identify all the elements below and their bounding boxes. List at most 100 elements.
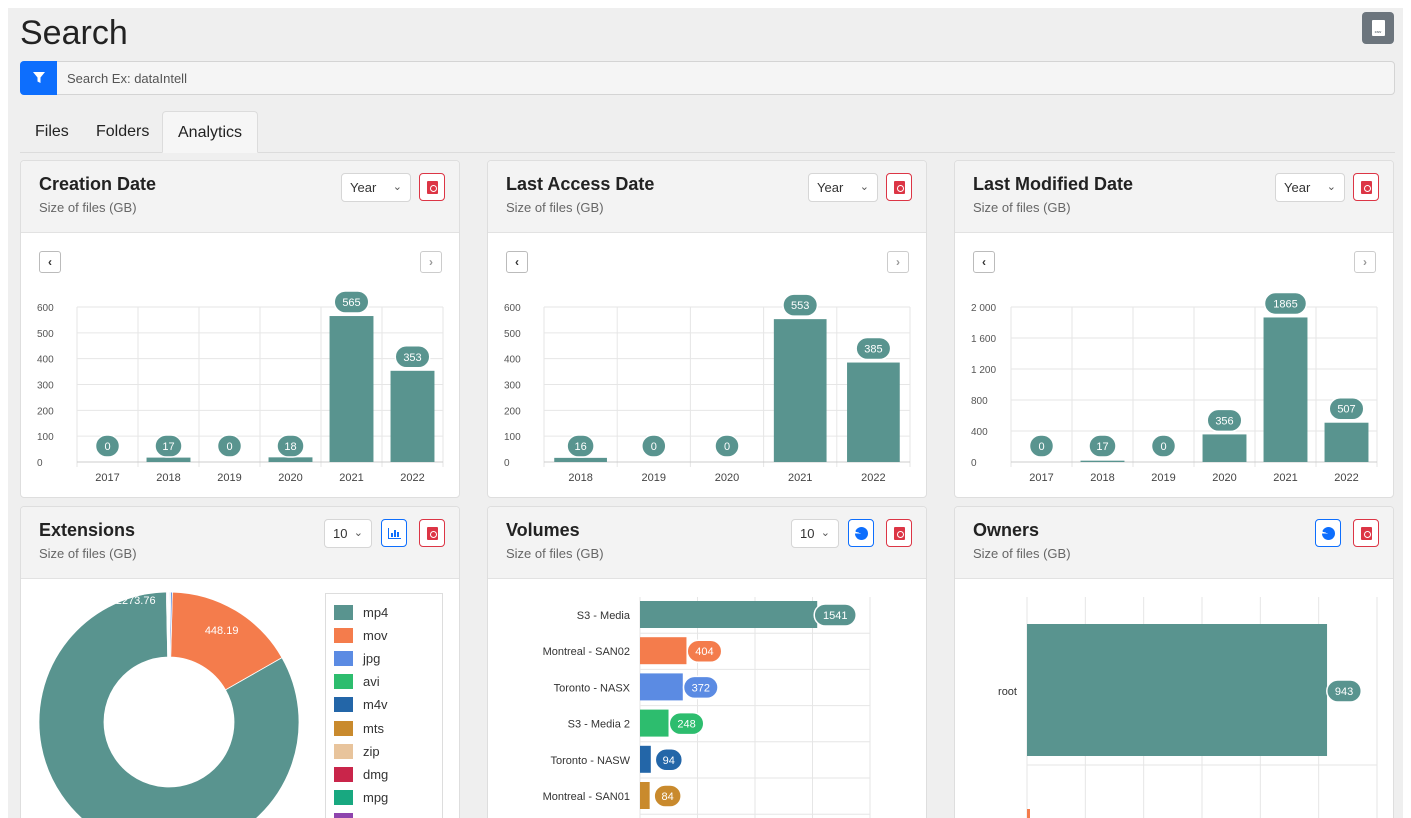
bar	[268, 457, 313, 462]
y-tick-label: Toronto - NASW	[551, 755, 631, 767]
y-tick-label: 200	[504, 406, 521, 417]
x-tick-label: 2020	[1212, 472, 1236, 484]
x-tick-label: 2018	[568, 472, 592, 484]
legend-label: dmg	[363, 766, 389, 782]
slice-value-label: 2273.76	[116, 595, 156, 607]
x-tick-label: 2018	[1090, 472, 1114, 484]
legend-label: mts	[363, 720, 384, 736]
y-tick-label: 2 000	[971, 303, 996, 314]
y-tick-label: 800	[971, 396, 988, 407]
legend-label: avi	[363, 674, 380, 690]
bar	[1080, 460, 1125, 462]
bar	[1263, 317, 1308, 462]
y-tick-label: 1 200	[971, 365, 996, 376]
data-label: 404	[695, 646, 713, 658]
bar	[146, 457, 191, 462]
x-tick-label: 2021	[788, 472, 812, 484]
y-tick-label: 400	[971, 427, 988, 438]
data-label: 565	[342, 297, 360, 309]
search-bar	[20, 61, 1395, 95]
data-label: 0	[1160, 441, 1166, 453]
legend-item-zip[interactable]: zip	[334, 741, 380, 761]
last-access-date-card: Last Access Date Size of files (GB) Year…	[487, 160, 927, 498]
data-label: 1541	[823, 610, 847, 622]
top-n-select-value: 10	[333, 526, 348, 541]
data-label: 0	[104, 441, 110, 453]
x-tick-label: 2019	[642, 472, 666, 484]
tab-folders[interactable]: Folders	[81, 111, 164, 153]
filter-button[interactable]	[20, 61, 57, 95]
data-label: 356	[1215, 415, 1233, 427]
bar	[640, 637, 687, 665]
legend-swatch	[334, 720, 353, 736]
bar	[847, 362, 900, 462]
tab-analytics[interactable]: Analytics	[162, 111, 259, 153]
last-modified-date-chart: 0 400 800 1 200 1 600 2 000 0 2017 17 2018 0 2019 35…	[971, 291, 1378, 484]
y-tick-label: 300	[504, 381, 521, 392]
chevron-down-icon: ⌄	[353, 527, 363, 539]
chart-legend: mp4 mov jpg avi m4v mts zip dmg mpg wmv	[325, 593, 443, 818]
legend-item-mov[interactable]: mov	[334, 625, 388, 645]
y-tick-label: Montreal - SAN01	[543, 791, 630, 803]
tab-files[interactable]: Files	[20, 111, 84, 153]
x-tick-label: 2019	[1151, 472, 1175, 484]
page-title: Search	[20, 14, 128, 52]
x-tick-label: 2022	[400, 472, 424, 484]
data-label: 372	[692, 682, 710, 694]
data-label: 0	[724, 441, 730, 453]
y-tick-label: S3 - Media 2	[568, 719, 630, 731]
export-pdf-button[interactable]	[419, 519, 445, 547]
legend-label: mp4	[363, 604, 389, 620]
bar	[640, 601, 818, 628]
creation-date-chart: 0 100 200 300 400 500 600 0 2017 17 2018 0 2019 18 202…	[37, 290, 444, 484]
top-n-select[interactable]: 10 ⌄	[324, 519, 372, 548]
data-label: 84	[662, 791, 674, 803]
volumes-bar-chart: 1541 S3 - Media 404 Montreal - SAN02 372 Toro…	[543, 597, 871, 818]
bar-chart-toggle-button[interactable]	[381, 519, 407, 547]
legend-item-m4v[interactable]: m4v	[334, 695, 388, 715]
legend-item-mpg[interactable]: mpg	[334, 788, 388, 808]
legend-item-avi[interactable]: avi	[334, 672, 380, 692]
x-tick-label: 2022	[861, 472, 885, 484]
legend-item-jpg[interactable]: jpg	[334, 648, 380, 668]
x-tick-label: 2022	[1334, 472, 1358, 484]
y-tick-label: 500	[37, 329, 54, 340]
legend-label: mov	[363, 627, 388, 643]
csv-label: csv	[1374, 29, 1382, 34]
data-label: 17	[162, 441, 174, 453]
legend-item-mp4[interactable]: mp4	[334, 602, 388, 622]
bar	[1202, 434, 1247, 462]
creation-date-card: Creation Date Size of files (GB) Year ⌄ ‹…	[20, 160, 460, 498]
x-tick-label: 2017	[95, 472, 119, 484]
data-label: 17	[1096, 441, 1108, 453]
data-label: 94	[663, 755, 675, 767]
legend-swatch	[334, 674, 353, 690]
csv-file-icon: csv	[1371, 20, 1385, 36]
x-tick-label: 2017	[1029, 472, 1053, 484]
bar	[640, 673, 683, 701]
legend-label: m4v	[363, 697, 388, 713]
y-tick-label: Montreal - SAN02	[543, 646, 630, 658]
y-tick-label: 0	[504, 458, 510, 469]
data-label: 0	[651, 441, 657, 453]
data-label: 943	[1335, 686, 1353, 698]
volumes-card: Volumes Size of files (GB) 10 ⌄ 1541 S3 - …	[487, 506, 927, 818]
y-tick-label: S3 - Media	[577, 610, 631, 622]
x-tick-label: 2021	[339, 472, 363, 484]
legend-swatch	[334, 743, 353, 759]
y-tick-label: 100	[504, 432, 521, 443]
export-csv-button[interactable]: csv	[1362, 12, 1394, 44]
bar	[554, 457, 607, 462]
y-tick-label: 0	[37, 458, 43, 469]
legend-label: jpg	[363, 650, 381, 666]
y-tick-label: 100	[37, 432, 54, 443]
legend-item-mts[interactable]: mts	[334, 718, 384, 738]
search-input[interactable]	[67, 62, 1367, 94]
y-tick-label: 600	[504, 303, 521, 314]
owners-card: Owners Size of files (GB) 943 root	[954, 506, 1394, 818]
filter-icon	[32, 72, 45, 83]
y-tick-label: 200	[37, 406, 54, 417]
legend-item-wmv[interactable]: wmv	[334, 811, 390, 818]
legend-item-dmg[interactable]: dmg	[334, 764, 388, 784]
data-label: 18	[284, 441, 296, 453]
